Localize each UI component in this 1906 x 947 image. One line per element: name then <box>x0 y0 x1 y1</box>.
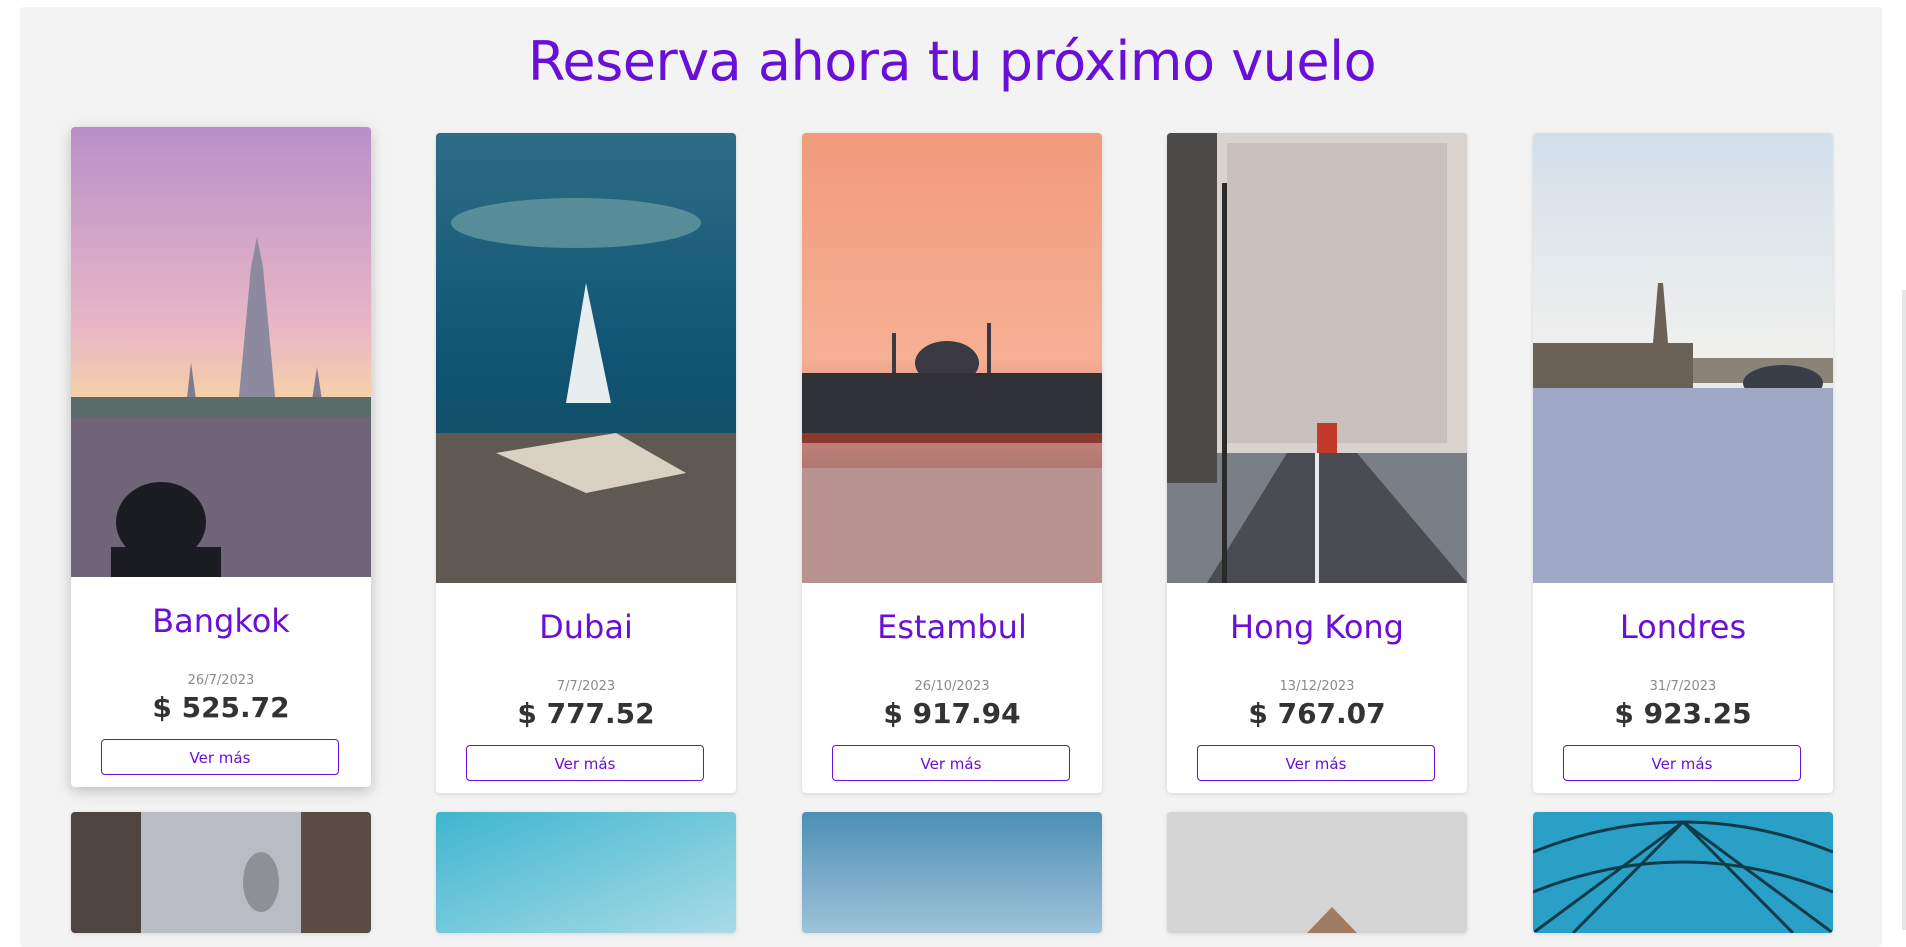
flight-date: 13/12/2023 <box>1279 679 1355 694</box>
estambul-image <box>802 133 1102 583</box>
card-hong-kong[interactable]: Hong Kong 13/12/2023 $ 767.07 Ver más <box>1167 133 1467 793</box>
city-name: Estambul <box>877 608 1027 646</box>
clouds-image <box>802 812 1102 933</box>
flight-date: 7/7/2023 <box>556 679 616 694</box>
page-title: Reserva ahora tu próximo vuelo <box>527 30 1377 93</box>
ver-mas-button[interactable]: Ver más <box>1563 745 1801 781</box>
hong-kong-image <box>1167 133 1467 583</box>
card-dubai[interactable]: Dubai 7/7/2023 $ 777.52 Ver más <box>436 133 736 793</box>
scrollbar-track[interactable] <box>1902 290 1906 930</box>
flight-price: $ 767.07 <box>1248 697 1386 730</box>
card-estambul[interactable]: Estambul 26/10/2023 $ 917.94 Ver más <box>802 133 1102 793</box>
flight-date: 26/7/2023 <box>187 673 255 688</box>
flight-price: $ 917.94 <box>883 697 1021 730</box>
flight-price: $ 525.72 <box>152 691 290 724</box>
city-name: Bangkok <box>152 602 290 640</box>
bangkok-image <box>71 127 371 577</box>
flight-date: 26/10/2023 <box>914 679 990 694</box>
card-row2-2[interactable] <box>436 812 736 933</box>
card-londres[interactable]: Londres 31/7/2023 $ 923.25 Ver más <box>1533 133 1833 793</box>
card-row2-4[interactable] <box>1167 812 1467 933</box>
city-name: Dubai <box>539 608 633 646</box>
flight-price: $ 923.25 <box>1614 697 1752 730</box>
flight-date: 31/7/2023 <box>1649 679 1717 694</box>
dubai-image <box>436 133 736 583</box>
londres-image <box>1533 133 1833 583</box>
card-row2-5[interactable] <box>1533 812 1833 933</box>
street-dome-image <box>71 812 371 933</box>
card-bangkok[interactable]: Bangkok 26/7/2023 $ 525.72 Ver más <box>71 127 371 787</box>
card-row2-1[interactable] <box>71 812 371 933</box>
city-name: Hong Kong <box>1230 608 1404 646</box>
ver-mas-button[interactable]: Ver más <box>1197 745 1435 781</box>
grey-sky-image <box>1167 812 1467 933</box>
ver-mas-button[interactable]: Ver más <box>466 745 704 781</box>
ver-mas-button[interactable]: Ver más <box>832 745 1070 781</box>
card-row2-3[interactable] <box>802 812 1102 933</box>
glass-dome-image <box>1533 812 1833 933</box>
city-name: Londres <box>1619 608 1747 646</box>
flight-price: $ 777.52 <box>517 697 655 730</box>
sky-image <box>436 812 736 933</box>
ver-mas-button[interactable]: Ver más <box>101 739 339 775</box>
